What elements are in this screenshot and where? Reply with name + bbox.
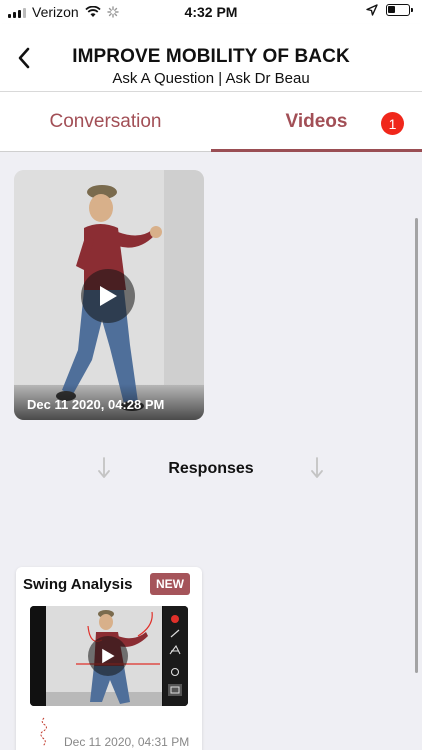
response-thumbnail: [30, 606, 188, 706]
videos-content: Dec 11 2020, 04:28 PM Responses Swing An…: [0, 153, 422, 750]
location-arrow-icon: [366, 4, 378, 16]
active-tab-indicator: [211, 149, 422, 152]
tab-conversation[interactable]: Conversation: [0, 92, 211, 152]
status-time: 4:32 PM: [184, 4, 238, 20]
scrollbar[interactable]: [415, 218, 418, 673]
responses-divider: Responses: [0, 453, 422, 483]
response-date: Dec 11 2020, 04:31 PM: [64, 735, 190, 749]
tab-videos-label: Videos: [285, 111, 348, 132]
videos-count-badge: 1: [381, 112, 404, 135]
response-card[interactable]: Swing Analysis NEW Dec 11 2020, 04:31 PM: [16, 567, 202, 750]
status-right: [366, 4, 413, 16]
nav-header: IMPROVE MOBILITY OF BACK Ask A Question …: [0, 24, 422, 92]
annotation-stroke-icon: [40, 717, 47, 747]
play-icon: [100, 286, 117, 306]
tab-conversation-label: Conversation: [49, 111, 162, 132]
arrow-down-icon: [311, 457, 323, 478]
play-button[interactable]: [81, 269, 135, 323]
video-card[interactable]: Dec 11 2020, 04:28 PM: [14, 170, 204, 420]
new-badge: NEW: [150, 573, 190, 595]
tab-bar: Conversation Videos 1: [0, 92, 422, 152]
responses-heading: Responses: [168, 460, 254, 477]
page-title: IMPROVE MOBILITY OF BACK: [72, 46, 350, 67]
page-subtitle: Ask A Question | Ask Dr Beau: [112, 70, 310, 87]
play-icon: [102, 648, 115, 664]
battery-icon: [386, 4, 413, 16]
status-bar: Verizon 4:32 PM: [0, 0, 422, 24]
response-title: Swing Analysis: [23, 576, 133, 593]
response-play-button[interactable]: [88, 636, 128, 676]
video-date: Dec 11 2020, 04:28 PM: [14, 384, 204, 420]
